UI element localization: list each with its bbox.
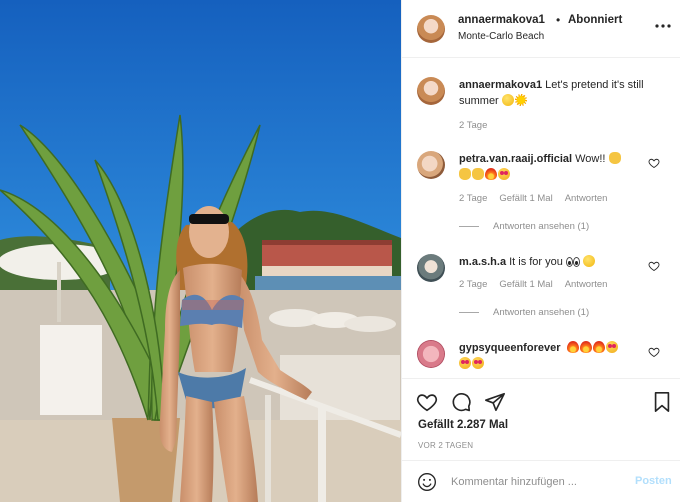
post-side-panel: annaermakova1 • Abonniert Monte-Carlo Be… — [401, 0, 680, 502]
reply-button[interactable]: Antworten — [565, 193, 608, 204]
clapping-hands-emoji-icon — [472, 168, 484, 180]
eyes-emoji-icon — [565, 257, 573, 267]
comment-likes[interactable]: Gefällt 1 Mal — [499, 279, 552, 290]
fire-emoji-icon — [579, 341, 592, 353]
owner-username[interactable]: annaermakova1 — [458, 14, 545, 26]
heart-eyes-emoji-icon — [472, 357, 484, 369]
beach-photo-illustration — [0, 0, 401, 502]
follow-status-button[interactable]: Abonniert — [568, 14, 622, 26]
comment-likes[interactable]: Gefällt 1 Mal — [499, 193, 552, 204]
post-header: annaermakova1 • Abonniert Monte-Carlo Be… — [402, 0, 680, 58]
comment-text: It is for you — [509, 256, 563, 268]
fire-emoji-icon — [566, 341, 579, 353]
smirk-emoji-icon — [583, 255, 595, 267]
smirk-emoji-icon — [501, 94, 514, 106]
comment-text-block: petra.van.raaij.official Wow!! — [459, 151, 645, 183]
like-heart-icon[interactable] — [416, 391, 438, 413]
commenter-avatar[interactable] — [417, 340, 445, 368]
comment-username[interactable]: petra.van.raaij.official — [459, 153, 572, 165]
comments-list[interactable]: annaermakova1 Let's pretend it's still su… — [402, 59, 680, 377]
emoji-picker-smiley-icon[interactable] — [417, 472, 437, 492]
caption-time[interactable]: 2 Tage — [459, 120, 487, 131]
add-comment-bar: Posten — [402, 460, 680, 502]
view-replies-label: Antworten ansehen (1) — [493, 307, 590, 318]
comment-text-block: m.a.s.h.a It is for you — [459, 254, 645, 270]
view-replies-label: Antworten ansehen (1) — [493, 221, 590, 232]
view-replies-button[interactable]: Antworten ansehen (1) — [459, 221, 589, 232]
header-separator: • — [556, 13, 561, 27]
post-photo[interactable] — [0, 0, 401, 502]
like-comment-heart-icon[interactable] — [648, 346, 660, 358]
post-comment-button[interactable]: Posten — [635, 475, 672, 487]
replies-divider — [459, 311, 479, 313]
comment-meta: 2 Tage Gefällt 1 Mal Antworten — [459, 279, 619, 290]
comment-text: Wow!! — [575, 153, 606, 165]
comment-bubble-icon[interactable] — [450, 391, 472, 413]
clapping-hands-emoji-icon — [608, 152, 621, 164]
instagram-post: annaermakova1 • Abonniert Monte-Carlo Be… — [0, 0, 680, 502]
commenter-avatar[interactable] — [417, 254, 445, 282]
commenter-avatar[interactable] — [417, 151, 445, 179]
more-options-icon[interactable] — [653, 14, 673, 32]
add-comment-input[interactable] — [451, 473, 621, 491]
reply-button[interactable]: Antworten — [565, 279, 608, 290]
heart-eyes-emoji-icon — [605, 341, 618, 353]
owner-avatar[interactable] — [417, 15, 445, 43]
heart-eyes-emoji-icon — [459, 357, 471, 369]
comment-meta: 2 Tage Gefällt 1 Mal Antworten — [459, 193, 619, 204]
caption-avatar[interactable] — [417, 77, 445, 105]
clapping-hands-emoji-icon — [459, 168, 471, 180]
like-comment-heart-icon[interactable] — [648, 260, 660, 272]
post-location[interactable]: Monte-Carlo Beach — [458, 31, 544, 42]
like-comment-heart-icon[interactable] — [648, 157, 660, 169]
caption-meta: 2 Tage — [459, 120, 499, 131]
heart-eyes-emoji-icon — [498, 168, 510, 180]
sun-emoji-icon — [514, 94, 527, 106]
post-timestamp[interactable]: VOR 2 TAGEN — [418, 441, 473, 450]
comment-time[interactable]: 2 Tage — [459, 279, 487, 290]
fire-emoji-icon — [592, 341, 605, 353]
fire-emoji-icon — [485, 168, 497, 180]
share-paper-plane-icon[interactable] — [484, 391, 506, 413]
eyes-emoji-icon — [572, 257, 580, 267]
likes-count[interactable]: Gefällt 2.287 Mal — [418, 419, 508, 431]
comment-username[interactable]: gypsyqueenforever — [459, 342, 560, 354]
view-replies-button[interactable]: Antworten ansehen (1) — [459, 307, 589, 318]
caption-text-block: annaermakova1 Let's pretend it's still su… — [459, 77, 645, 109]
post-actions: Gefällt 2.287 Mal VOR 2 TAGEN — [402, 378, 680, 458]
comment-username[interactable]: m.a.s.h.a — [459, 256, 506, 268]
save-bookmark-icon[interactable] — [651, 391, 673, 413]
comment-time[interactable]: 2 Tage — [459, 193, 487, 204]
replies-divider — [459, 225, 479, 227]
caption-username[interactable]: annaermakova1 — [459, 79, 542, 91]
comment-text-block: gypsyqueenforever — [459, 340, 645, 372]
